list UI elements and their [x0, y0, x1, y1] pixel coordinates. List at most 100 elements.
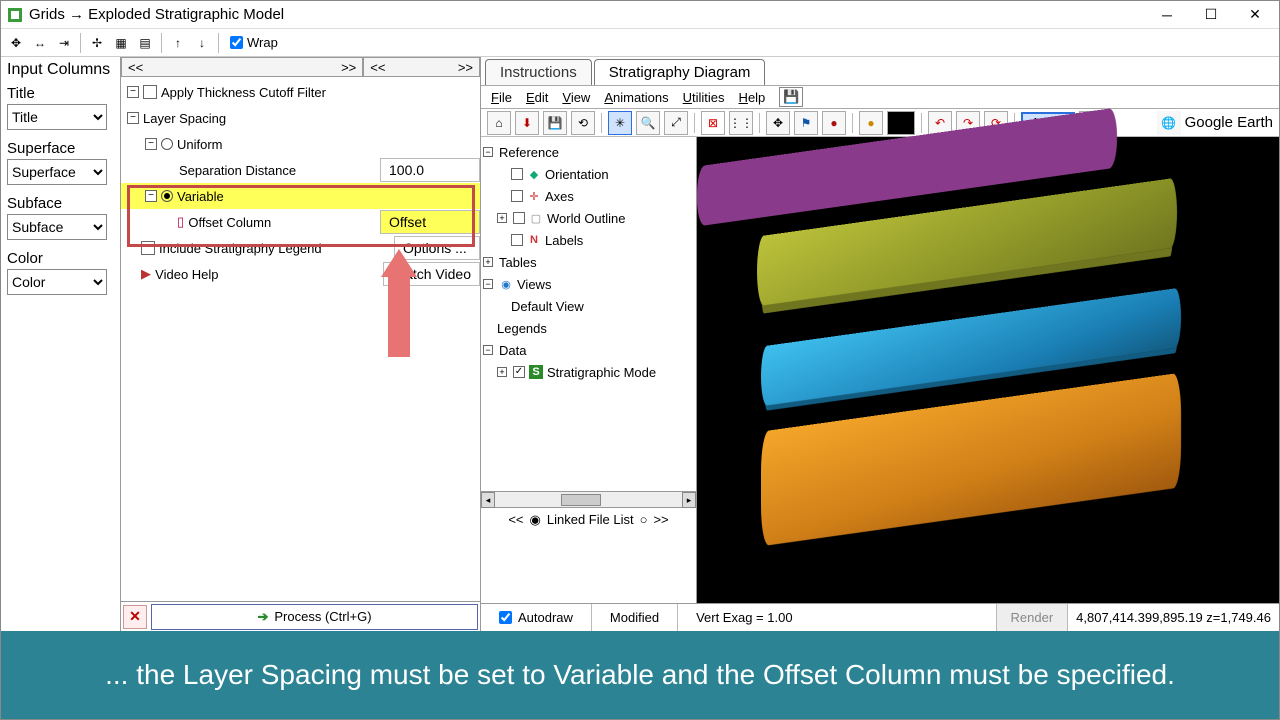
- autodraw-checkbox[interactable]: [499, 611, 512, 624]
- scene-world-outline[interactable]: +▢World Outline: [483, 207, 694, 229]
- video-help-row[interactable]: ▶ Video Help Watch Video: [121, 261, 480, 287]
- maximize-button[interactable]: ☐: [1189, 2, 1233, 28]
- menu-file[interactable]: File: [491, 90, 512, 105]
- include-legend-checkbox[interactable]: [141, 241, 155, 255]
- tab-instructions[interactable]: Instructions: [485, 59, 592, 85]
- menu-view[interactable]: View: [562, 90, 590, 105]
- render-button[interactable]: Render: [997, 604, 1069, 631]
- wrap-checkbox[interactable]: Wrap: [230, 35, 278, 50]
- variable-radio[interactable]: [161, 190, 173, 202]
- expand-icon[interactable]: ✥: [766, 111, 790, 135]
- home-icon[interactable]: ⌂: [487, 111, 511, 135]
- uniform-radio[interactable]: [161, 138, 173, 150]
- scene-axes[interactable]: ✛Axes: [483, 185, 694, 207]
- scroll-thumb[interactable]: [561, 494, 601, 506]
- google-earth-label[interactable]: Google Earth: [1185, 114, 1273, 131]
- tool-grid1-icon[interactable]: ▦: [110, 32, 132, 54]
- close-button[interactable]: ✕: [1233, 2, 1277, 28]
- scene-legends[interactable]: Legends: [483, 317, 694, 339]
- scene-tree-panel: −Reference ◆Orientation ✛Axes +▢World Ou…: [481, 137, 697, 603]
- scene-data[interactable]: −Data: [483, 339, 694, 361]
- points-icon[interactable]: ⋮⋮: [729, 111, 753, 135]
- bounds-off-icon[interactable]: ⊠: [701, 111, 725, 135]
- collapse-icon[interactable]: −: [145, 190, 157, 202]
- tool-down-icon[interactable]: ↓: [191, 32, 213, 54]
- offset-column-value[interactable]: Offset: [380, 210, 480, 234]
- scene-strat-model[interactable]: +SStratigraphic Mode: [483, 361, 694, 383]
- menu-help[interactable]: Help: [739, 90, 766, 105]
- nav-seg-left[interactable]: << >>: [121, 57, 363, 77]
- autodraw-cell[interactable]: Autodraw: [481, 604, 592, 631]
- 3d-viewport[interactable]: [697, 137, 1279, 603]
- wrap-checkbox-input[interactable]: [230, 36, 243, 49]
- minimize-button[interactable]: ─: [1145, 2, 1189, 28]
- process-button[interactable]: ➔ Process (Ctrl+G): [151, 604, 478, 630]
- superface-select[interactable]: Superface: [7, 159, 107, 185]
- scene-default-view[interactable]: Default View: [483, 295, 694, 317]
- subface-select[interactable]: Subface: [7, 214, 107, 240]
- layer-spacing-row[interactable]: − Layer Spacing: [121, 105, 480, 131]
- menu-save-icon[interactable]: 💾: [779, 87, 803, 107]
- scene-labels[interactable]: NLabels: [483, 229, 694, 251]
- nav-seg-right[interactable]: << >>: [363, 57, 480, 77]
- import-icon[interactable]: ⬇: [515, 111, 539, 135]
- body: Input Columns Title Title Superface Supe…: [1, 57, 1279, 631]
- video-icon: ▶: [141, 266, 151, 282]
- scroll-left-icon[interactable]: ◂: [481, 492, 495, 508]
- color-icon[interactable]: ▾: [887, 111, 915, 135]
- variable-row[interactable]: − Variable: [121, 183, 480, 209]
- app-window: Grids → Exploded Stratigraphic Model ─ ☐…: [0, 0, 1280, 720]
- tool-width-in-icon[interactable]: ⇥: [53, 32, 75, 54]
- linked-eye-icon[interactable]: ◉: [530, 512, 541, 528]
- apply-filter-row[interactable]: − Apply Thickness Cutoff Filter: [121, 79, 480, 105]
- zoom-fit-icon[interactable]: ⤢: [664, 111, 688, 135]
- modified-cell: Modified: [592, 604, 678, 631]
- refresh-icon[interactable]: ⟲: [571, 111, 595, 135]
- tool-up-icon[interactable]: ↑: [167, 32, 189, 54]
- record-icon[interactable]: ●: [822, 111, 846, 135]
- offset-column-row[interactable]: ▯ Offset Column Offset: [121, 209, 480, 235]
- input-columns-heading: Input Columns: [1, 57, 120, 83]
- include-legend-row[interactable]: Include Stratigraphy Legend Options ...: [121, 235, 480, 261]
- scene-reference[interactable]: −Reference: [483, 141, 694, 163]
- menu-edit[interactable]: Edit: [526, 90, 548, 105]
- window-buttons: ─ ☐ ✕: [1145, 2, 1277, 28]
- status-bar: Autodraw Modified Vert Exag = 1.00 Rende…: [481, 603, 1279, 631]
- cancel-button[interactable]: ✕: [123, 605, 147, 629]
- scene-orientation[interactable]: ◆Orientation: [483, 163, 694, 185]
- collapse-icon[interactable]: −: [127, 86, 139, 98]
- linked-file-list[interactable]: << ◉ Linked File List ○ >>: [481, 507, 696, 531]
- scroll-right-icon[interactable]: ▸: [682, 492, 696, 508]
- flag-icon[interactable]: ⚑: [794, 111, 818, 135]
- collapse-icon[interactable]: −: [127, 112, 139, 124]
- uniform-row[interactable]: − Uniform: [121, 131, 480, 157]
- sep-distance-value[interactable]: 100.0: [380, 158, 480, 182]
- track-icon[interactable]: ●: [859, 111, 883, 135]
- scene-views[interactable]: −◉Views: [483, 273, 694, 295]
- linked-circle-icon[interactable]: ○: [640, 512, 648, 527]
- menu-animations[interactable]: Animations: [604, 90, 668, 105]
- separation-distance-row[interactable]: Separation Distance 100.0: [121, 157, 480, 183]
- process-arrow-icon: ➔: [257, 609, 268, 625]
- apply-filter-checkbox[interactable]: [143, 85, 157, 99]
- scene-tree-hscroll[interactable]: ◂ ▸: [481, 491, 696, 507]
- collapse-icon[interactable]: −: [145, 138, 157, 150]
- title-select[interactable]: Title: [7, 104, 107, 130]
- linked-prev-icon[interactable]: <<: [508, 512, 523, 527]
- toolbar-separator: [80, 33, 81, 53]
- save-icon[interactable]: 💾: [543, 111, 567, 135]
- tool-pick-icon[interactable]: ✥: [5, 32, 27, 54]
- tool-width-out-icon[interactable]: ↔: [29, 32, 51, 54]
- tool-grid2-icon[interactable]: ▤: [134, 32, 156, 54]
- scene-tables[interactable]: +Tables: [483, 251, 694, 273]
- column-icon: ▯: [177, 214, 184, 230]
- google-earth-icon[interactable]: 🌐: [1157, 111, 1181, 135]
- zoom-in-icon[interactable]: 🔍: [636, 111, 660, 135]
- color-select[interactable]: Color: [7, 269, 107, 295]
- menu-utilities[interactable]: Utilities: [683, 90, 725, 105]
- linked-next-icon[interactable]: >>: [653, 512, 668, 527]
- tab-stratigraphy-diagram[interactable]: Stratigraphy Diagram: [594, 59, 766, 85]
- tool-move-icon[interactable]: ✢: [86, 32, 108, 54]
- diagram-menu: File Edit View Animations Utilities Help…: [481, 85, 1279, 109]
- axes-icon[interactable]: ✳: [608, 111, 632, 135]
